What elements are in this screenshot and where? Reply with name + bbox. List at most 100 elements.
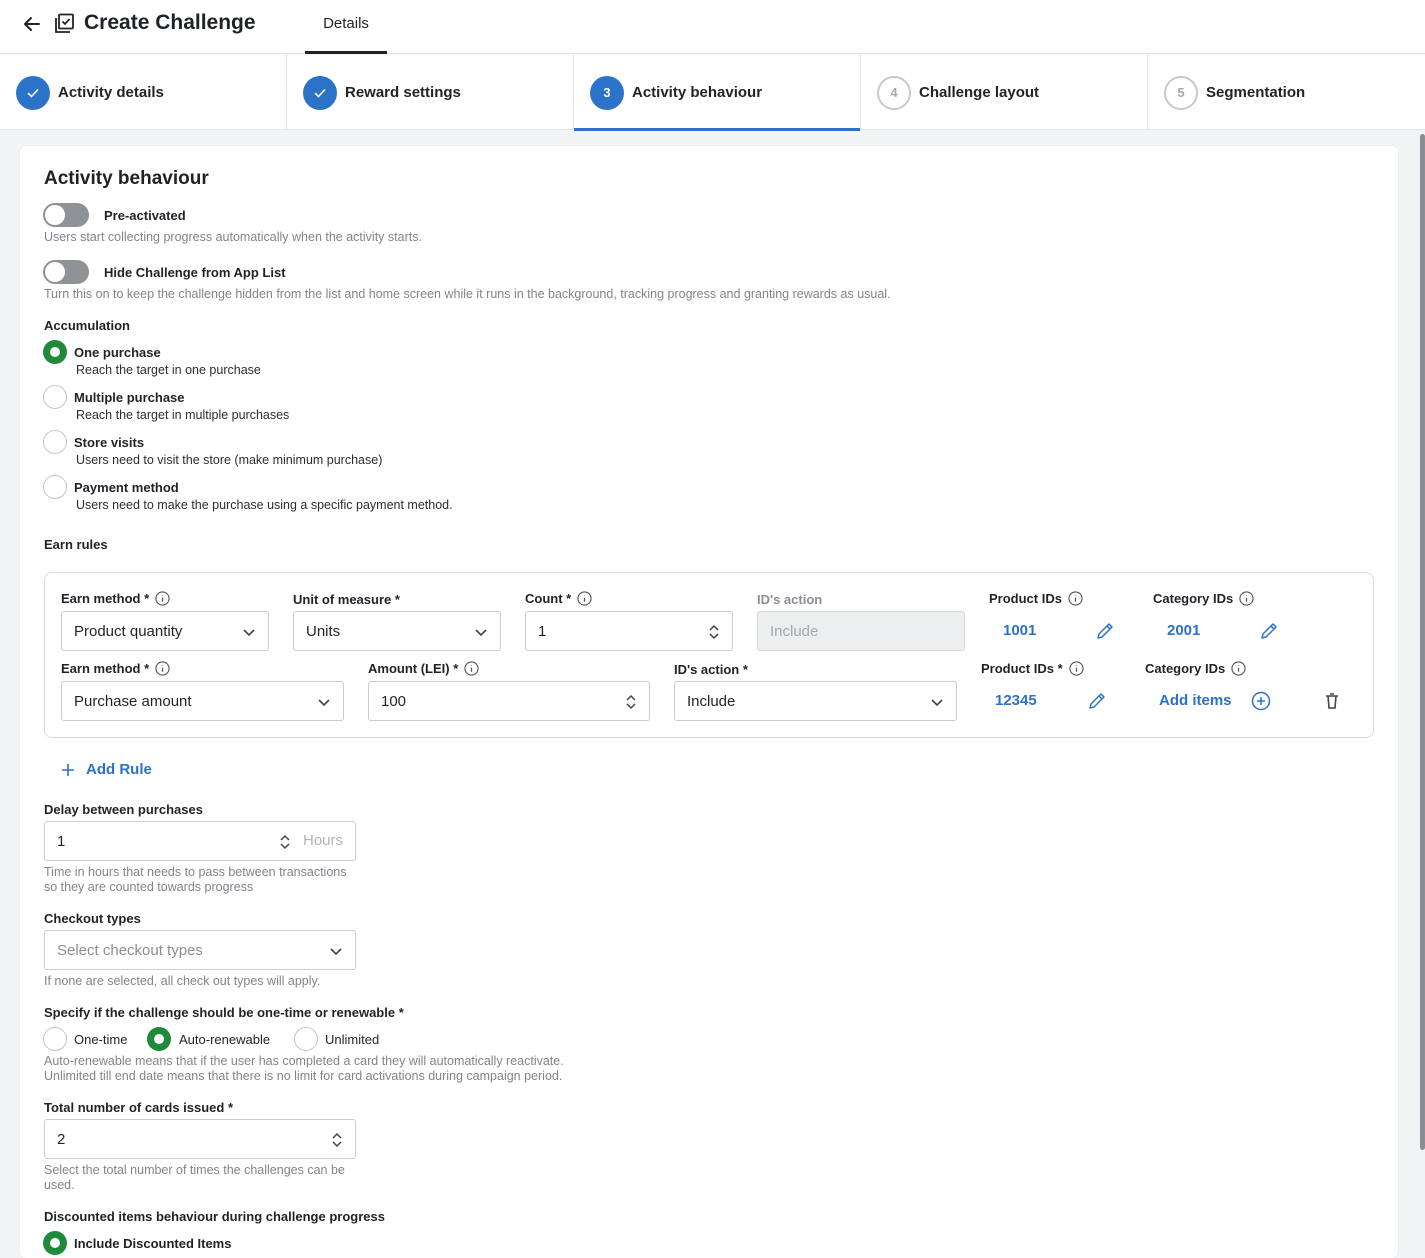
step-activity-behaviour[interactable]: 3 Activity behaviour (574, 55, 861, 131)
earn-rules-box: Earn method * Product quantity Unit of m… (44, 572, 1374, 738)
delay-input[interactable]: 1 Hours (44, 821, 356, 861)
stepper: Activity details Reward settings 3 Activ… (0, 55, 1425, 131)
info-icon[interactable] (1231, 661, 1246, 676)
earn-method-select[interactable]: Purchase amount (61, 681, 344, 721)
arrow-left-icon[interactable] (22, 14, 42, 34)
count-input[interactable]: 1 (525, 611, 733, 651)
amount-input[interactable]: 100 (368, 681, 650, 721)
step-number: 4 (877, 75, 911, 110)
hide-challenge-toggle[interactable] (43, 260, 89, 284)
option-label: Payment method (74, 480, 179, 495)
select-value: Purchase amount (74, 692, 192, 710)
pencil-icon[interactable] (1087, 691, 1107, 711)
chevron-down-icon (330, 948, 342, 956)
radio-auto-renewable[interactable] (147, 1027, 171, 1051)
ids-action-label: ID's action * (674, 662, 748, 677)
radio-payment-method[interactable] (43, 475, 67, 499)
add-items-link[interactable]: Add items (1159, 692, 1232, 709)
chevron-down-icon (318, 699, 330, 707)
ids-action-select[interactable]: Include (674, 681, 957, 721)
input-value: 100 (381, 692, 407, 710)
info-icon[interactable] (1068, 591, 1083, 606)
step-label: Challenge layout (919, 84, 1040, 101)
discounted-label: Discounted items behaviour during challe… (44, 1209, 385, 1224)
stepper-arrows-icon[interactable] (331, 1131, 343, 1149)
info-icon[interactable] (155, 661, 170, 676)
renewal-help-2: Unlimited till end date means that there… (44, 1069, 563, 1083)
checklist-icon (55, 13, 74, 33)
info-icon[interactable] (464, 661, 479, 676)
label-text: Count * (525, 591, 572, 606)
unit-select[interactable]: Units (293, 611, 501, 651)
input-value: 2 (57, 1130, 66, 1148)
label-text: Amount (LEI) * (368, 661, 459, 676)
plus-icon[interactable] (60, 762, 76, 778)
pre-activated-label: Pre-activated (104, 208, 186, 223)
category-ids-value[interactable]: 2001 (1167, 622, 1200, 639)
info-icon[interactable] (1239, 591, 1254, 606)
option-desc: Users need to make the purchase using a … (76, 498, 453, 512)
renewal-label: Specify if the challenge should be one-t… (44, 1005, 404, 1020)
pencil-icon[interactable] (1095, 621, 1115, 641)
input-value: 1 (538, 622, 547, 640)
hide-challenge-label: Hide Challenge from App List (104, 265, 286, 280)
label-text: Product IDs (989, 591, 1062, 606)
step-number: 3 (590, 75, 624, 110)
stepper-arrows-icon[interactable] (625, 693, 637, 711)
step-segmentation[interactable]: 5 Segmentation (1148, 55, 1425, 130)
pre-activated-toggle[interactable] (43, 203, 89, 227)
option-label: One purchase (74, 345, 161, 360)
trash-icon[interactable] (1323, 691, 1341, 711)
input-value: 1 (57, 832, 66, 850)
step-label: Reward settings (345, 84, 461, 101)
product-ids-value[interactable]: 12345 (995, 692, 1037, 709)
product-ids-value[interactable]: 1001 (1003, 622, 1036, 639)
option-label: Multiple purchase (74, 390, 185, 405)
info-icon[interactable] (155, 591, 170, 606)
earn-method-label: Earn method * (61, 661, 170, 676)
checkout-select[interactable]: Select checkout types (44, 930, 356, 970)
delay-help: Time in hours that needs to pass between… (44, 865, 347, 894)
option-desc: Reach the target in multiple purchases (76, 408, 290, 422)
scrollbar[interactable] (1420, 134, 1425, 1150)
option-label: Include Discounted Items (74, 1236, 232, 1251)
page-title: Create Challenge (84, 11, 256, 34)
unit-label: Unit of measure * (293, 592, 400, 607)
select-value: Units (306, 622, 341, 640)
check-icon (16, 75, 50, 110)
info-icon[interactable] (1069, 661, 1084, 676)
step-number: 5 (1164, 75, 1198, 110)
option-label: Store visits (74, 435, 145, 450)
label-text: Product IDs * (981, 661, 1063, 676)
activity-behaviour-card: Activity behaviour Pre-activated Users s… (20, 146, 1398, 1258)
label-text: Category IDs (1145, 661, 1226, 676)
tab-details[interactable]: Details (305, 0, 387, 54)
label-text: Earn method * (61, 661, 150, 676)
pencil-icon[interactable] (1259, 621, 1279, 641)
radio-unlimited[interactable] (294, 1027, 318, 1051)
select-placeholder: Select checkout types (57, 941, 203, 959)
add-rule-button[interactable]: Add Rule (86, 761, 152, 778)
select-value: Include (770, 622, 819, 640)
stepper-arrows-icon[interactable] (708, 623, 720, 641)
radio-one-purchase[interactable] (43, 340, 67, 364)
step-reward-settings[interactable]: Reward settings (287, 55, 574, 130)
delay-label: Delay between purchases (44, 802, 203, 817)
option-desc: Users need to visit the store (make mini… (76, 453, 383, 467)
info-icon[interactable] (577, 591, 592, 606)
plus-circle-icon[interactable] (1251, 691, 1271, 711)
earn-rules-label: Earn rules (44, 537, 108, 552)
radio-include-discounted[interactable] (43, 1231, 67, 1255)
earn-method-select[interactable]: Product quantity (61, 611, 269, 651)
total-cards-label: Total number of cards issued * (44, 1100, 234, 1115)
radio-store-visits[interactable] (43, 430, 67, 454)
ids-action-label: ID's action (757, 592, 823, 607)
product-ids-label: Product IDs (989, 591, 1083, 606)
radio-multiple-purchase[interactable] (43, 385, 67, 409)
step-challenge-layout[interactable]: 4 Challenge layout (861, 55, 1148, 130)
total-cards-input[interactable]: 2 (44, 1119, 356, 1159)
stepper-arrows-icon[interactable] (279, 833, 291, 851)
step-activity-details[interactable]: Activity details (0, 55, 287, 130)
label-text: Earn method * (61, 591, 150, 606)
radio-one-time[interactable] (43, 1027, 67, 1051)
